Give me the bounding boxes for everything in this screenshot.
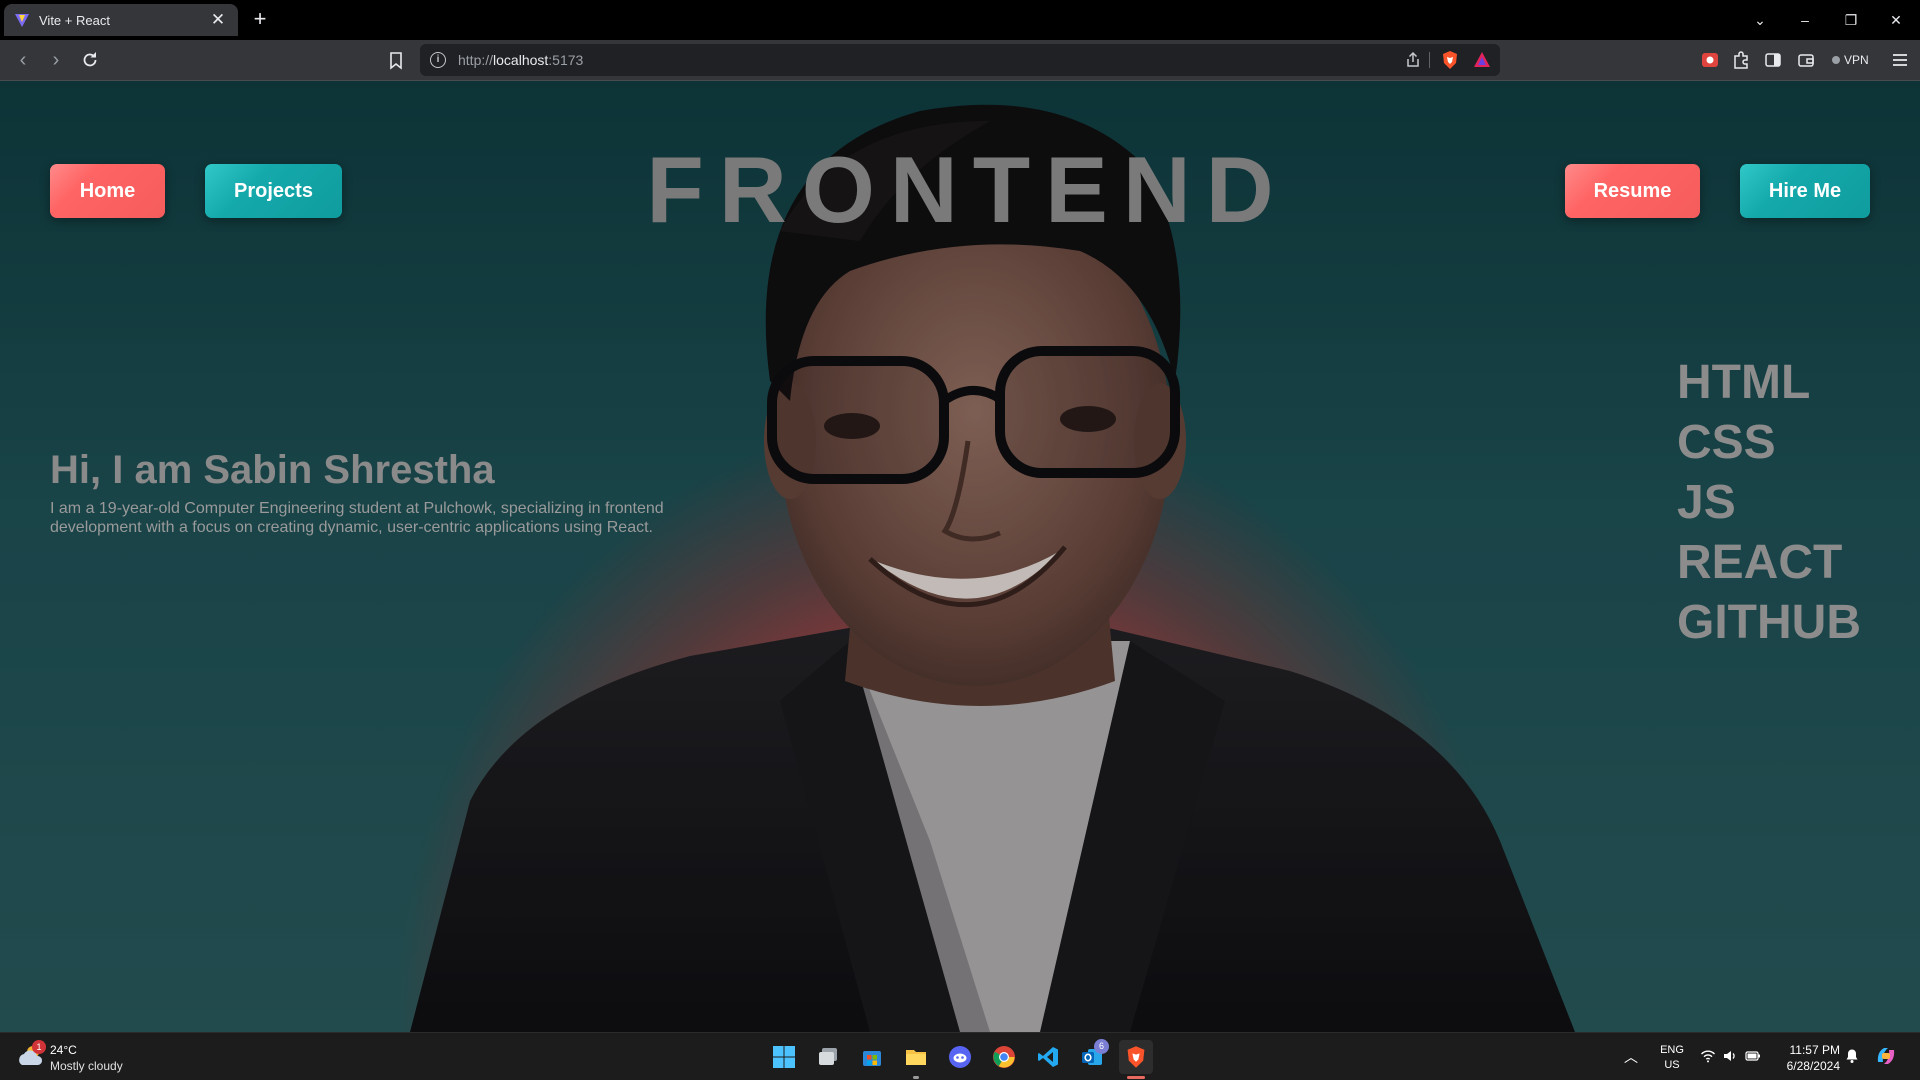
extension-red-icon[interactable] [1700, 50, 1720, 70]
chrome-icon[interactable] [987, 1040, 1021, 1074]
brave-rewards-icon[interactable] [1472, 50, 1492, 70]
window-close-button[interactable]: ✕ [1878, 8, 1914, 32]
vpn-label: VPN [1844, 53, 1869, 67]
active-app-indicator [1127, 1076, 1145, 1079]
new-tab-button[interactable]: + [248, 8, 272, 32]
url-host: localhost [493, 52, 549, 68]
portfolio-page: Home Projects Resume Hire Me FRONTEND Hi… [0, 81, 1920, 1032]
intro-text: I am a 19-year-old Computer Engineering … [50, 499, 710, 537]
browser-tab-strip: Vite + React ✕ + ⌄ – ❐ ✕ [0, 0, 1920, 40]
hero-title: FRONTEND [646, 137, 1289, 242]
clock-time: 11:57 PM [1789, 1043, 1840, 1057]
microsoft-store-icon[interactable] [855, 1040, 889, 1074]
skill-item-html: HTML [1677, 356, 1811, 409]
intro-text-line: development with a focus on creating dyn… [50, 519, 653, 536]
system-clock[interactable]: 11:57 PM 6/28/2024 [1776, 1042, 1840, 1074]
vpn-status-icon [1832, 56, 1840, 64]
tab-close-icon[interactable]: ✕ [208, 10, 228, 30]
vite-favicon-icon [15, 14, 29, 27]
skill-item-css: CSS [1677, 416, 1776, 469]
skill-item-js: JS [1677, 476, 1736, 529]
site-info-icon[interactable]: i [430, 52, 446, 68]
browser-toolbar: ‹ › i http://localhost:5173 VPN [0, 40, 1920, 81]
vpn-button[interactable]: VPN [1826, 49, 1875, 71]
vscode-icon[interactable] [1031, 1040, 1065, 1074]
windows-taskbar: 1 24°C Mostly cloudy 6 ︿ ENG US 11:57 PM… [0, 1032, 1920, 1080]
tab-vite-react[interactable]: Vite + React ✕ [4, 4, 238, 36]
forward-icon[interactable]: › [43, 48, 69, 74]
tab-title: Vite + React [39, 12, 110, 28]
skill-item-react: REACT [1677, 536, 1843, 589]
share-icon[interactable] [1404, 51, 1422, 69]
address-bar[interactable]: i http://localhost:5173 [420, 44, 1500, 76]
volume-icon[interactable] [1722, 1048, 1738, 1064]
battery-icon[interactable] [1745, 1048, 1761, 1064]
discord-icon[interactable] [943, 1040, 977, 1074]
file-explorer-icon[interactable] [899, 1040, 933, 1074]
show-hidden-icons-chevron-icon[interactable]: ︿ [1624, 1047, 1638, 1067]
region-code: US [1664, 1059, 1680, 1071]
weather-description[interactable]: Mostly cloudy [50, 1059, 123, 1073]
restore-button[interactable]: ❐ [1833, 8, 1869, 32]
app-running-indicator [913, 1076, 919, 1079]
notification-bell-icon[interactable] [1844, 1048, 1860, 1064]
skills-list: HTML CSS JS REACT GITHUB [1677, 353, 1861, 653]
outlook-unread-badge: 6 [1094, 1039, 1109, 1054]
clock-date: 6/28/2024 [1786, 1059, 1840, 1073]
sidebar-icon[interactable] [1763, 50, 1783, 70]
url-scheme: http:// [458, 52, 494, 68]
back-icon[interactable]: ‹ [10, 48, 36, 74]
input-language[interactable]: ENG US [1656, 1043, 1688, 1073]
url-divider [1429, 52, 1430, 68]
reload-icon[interactable] [80, 50, 100, 70]
extensions-puzzle-icon[interactable] [1731, 50, 1751, 70]
url-text[interactable]: http://localhost:5173 [458, 52, 583, 68]
brave-shields-icon[interactable] [1440, 50, 1460, 70]
start-icon[interactable] [767, 1040, 801, 1074]
intro-text-line: I am a 19-year-old Computer Engineering … [50, 500, 664, 517]
skill-item-github: GITHUB [1677, 596, 1861, 649]
wallet-icon[interactable] [1796, 50, 1816, 70]
weather-alert-badge: 1 [32, 1040, 46, 1054]
url-port: :5173 [548, 52, 584, 68]
language-code: ENG [1660, 1044, 1684, 1056]
menu-icon[interactable] [1890, 50, 1910, 70]
minimize-button[interactable]: – [1787, 8, 1823, 32]
intro-heading: Hi, I am Sabin Shrestha [50, 448, 495, 492]
weather-temperature[interactable]: 24°C [50, 1043, 77, 1057]
task-view-icon[interactable] [811, 1040, 845, 1074]
brave-browser-icon[interactable] [1119, 1040, 1153, 1074]
copilot-icon[interactable] [1874, 1044, 1898, 1068]
bookmark-icon[interactable] [386, 50, 406, 70]
tab-list-icon[interactable]: ⌄ [1742, 8, 1778, 32]
wifi-icon[interactable] [1700, 1048, 1716, 1064]
